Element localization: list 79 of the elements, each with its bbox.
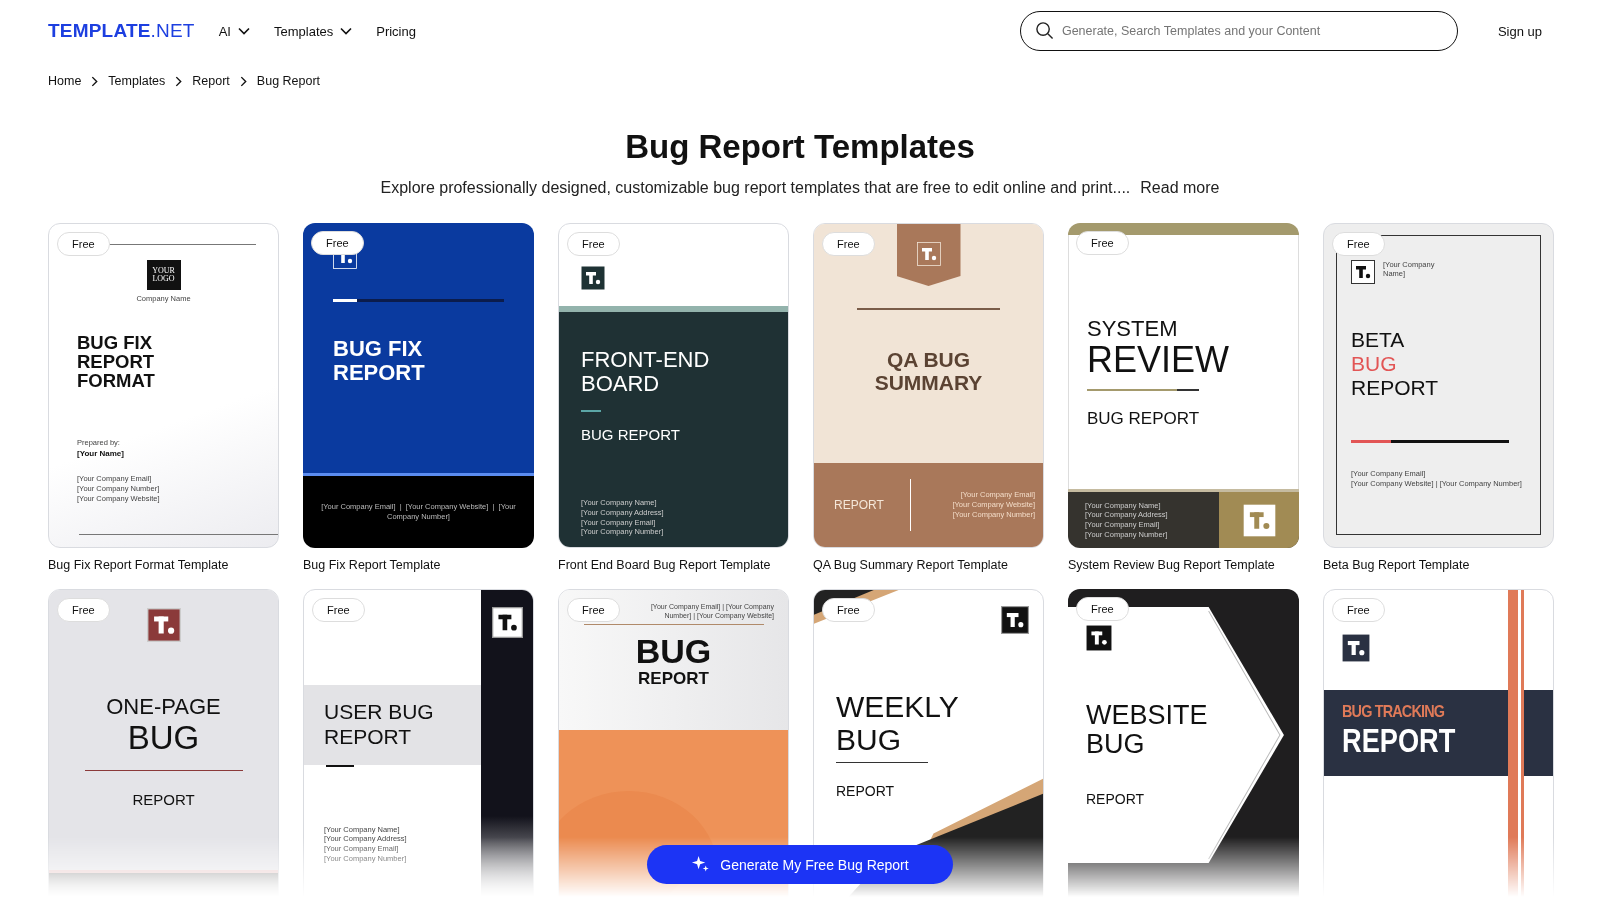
logo-icon	[581, 266, 605, 290]
free-badge: Free	[1332, 598, 1385, 622]
page-title: Bug Report Templates	[624, 128, 976, 166]
logo-icon	[146, 608, 181, 642]
read-more-link[interactable]: Read more	[1140, 179, 1220, 197]
sparkle-icon	[691, 855, 711, 874]
cover-subtitle: REPORT	[638, 669, 709, 690]
cover-subtitle: BUG REPORT	[581, 426, 681, 443]
free-badge: Free	[312, 598, 365, 622]
cover-title: BUG FIX	[77, 333, 154, 352]
free-badge: Free	[1076, 231, 1129, 255]
template-name[interactable]: QA Bug Summary Report Template	[813, 558, 1044, 572]
logo-icon	[1342, 634, 1370, 662]
cover-subtitle: REPORT	[836, 783, 896, 799]
cover-title: BUG	[836, 723, 902, 756]
cover-title: REPORT	[77, 352, 155, 371]
cover-title: QA BUG	[886, 348, 971, 371]
cover-title: BUG	[635, 633, 712, 670]
cover-title: FRONT-END	[581, 348, 711, 372]
free-badge: Free	[57, 598, 110, 622]
breadcrumb-link[interactable]: Templates	[108, 74, 166, 88]
cover-title: BUG	[1351, 352, 1398, 376]
template-name[interactable]: Bug Fix Report Template	[303, 558, 534, 572]
breadcrumb-link[interactable]: Report	[192, 74, 230, 88]
cover-title: REPORT	[324, 724, 413, 749]
free-badge: Free	[822, 598, 875, 622]
chevron-right-icon	[175, 75, 183, 87]
cover-title: REPORT	[1351, 376, 1440, 400]
logo-icon	[916, 242, 941, 266]
template-name[interactable]: Beta Bug Report Template	[1323, 558, 1554, 572]
free-badge: Free	[1076, 597, 1129, 621]
cover-subtitle: REPORT	[1086, 791, 1146, 807]
template-name[interactable]: System Review Bug Report Template	[1068, 558, 1299, 572]
cover-title: BETA	[1351, 328, 1406, 352]
generate-button[interactable]: Generate My Free Bug Report	[647, 845, 953, 884]
search-field[interactable]: Generate, Search Templates and your Content	[1019, 11, 1458, 51]
free-badge: Free	[1332, 232, 1385, 256]
cover-title: REPORT	[1342, 722, 1457, 758]
search-icon	[1034, 21, 1054, 40]
logo-icon	[1242, 503, 1276, 537]
cover-title: BUG FIX	[333, 337, 424, 361]
free-badge: Free	[822, 232, 875, 256]
sign-up-link[interactable]: Sign up	[1497, 23, 1542, 39]
logo-icon	[1351, 260, 1375, 284]
cover-title: ONE-PAGE	[106, 694, 221, 720]
cover-title: USER BUG	[324, 699, 435, 724]
cover-title: BOARD	[581, 372, 661, 396]
cover-subtitle: REPORT	[834, 498, 885, 512]
cover-title: BUG	[127, 720, 200, 756]
free-badge: Free	[567, 598, 620, 622]
breadcrumb-link[interactable]: Home	[48, 74, 82, 88]
nav-link[interactable]: Templates	[273, 23, 353, 39]
chevron-right-icon	[91, 75, 99, 87]
cover-title: WEBSITE	[1086, 701, 1209, 730]
cover-title: FORMAT	[77, 371, 155, 390]
chevron-right-icon	[239, 75, 247, 87]
free-badge: Free	[57, 232, 110, 256]
cover-title: BUG TRACKING	[1342, 702, 1446, 722]
logo-icon	[1001, 606, 1029, 634]
free-badge: Free	[567, 232, 620, 256]
cover-title: SYSTEM	[1087, 317, 1179, 341]
cover-subtitle: REPORT	[132, 791, 195, 808]
cover-title: REPORT	[333, 361, 426, 385]
prepared-name: [Your Name]	[77, 449, 124, 458]
cover-title: SUMMARY	[874, 371, 983, 394]
template-name[interactable]: Front End Board Bug Report Template	[558, 558, 789, 572]
cover-title: BUG	[1086, 730, 1146, 759]
template-name[interactable]: Bug Fix Report Format Template	[48, 558, 279, 572]
cover-title: REVIEW	[1087, 341, 1230, 379]
nav-link[interactable]: Pricing	[376, 23, 416, 39]
logo-icon	[491, 607, 523, 638]
cover-subtitle: BUG REPORT	[1087, 409, 1201, 429]
logo-placeholder: YOUR LOGO	[146, 260, 181, 290]
breadcrumb-link[interactable]: Bug Report	[256, 74, 321, 88]
free-badge: Free	[311, 231, 364, 255]
nav-link[interactable]: AI	[218, 23, 250, 39]
page-description: Explore professionally designed, customizable bug report templates that are free to edit online and print....	[380, 179, 1131, 197]
cover-title: WEEKLY	[836, 690, 960, 723]
site-logo[interactable]: TEMPLATE.NET	[48, 20, 195, 42]
